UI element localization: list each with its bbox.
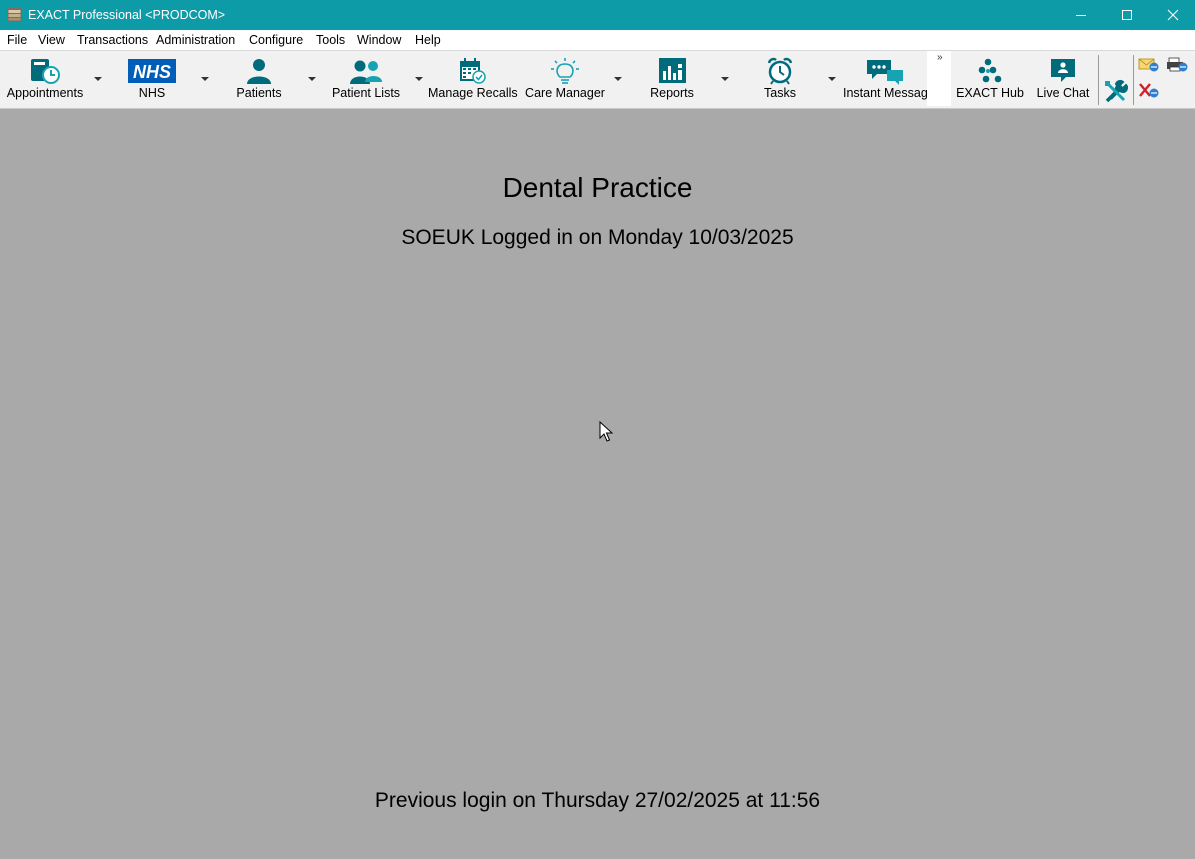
- close-red-icon[interactable]: [1138, 81, 1160, 101]
- care-manager-label: Care Manager: [525, 86, 605, 100]
- patient-list-icon: [349, 57, 383, 85]
- patient-lists-button[interactable]: Patient Lists: [326, 51, 406, 108]
- minimize-button[interactable]: [1058, 0, 1104, 30]
- reports-dropdown[interactable]: [720, 76, 730, 82]
- manage-recalls-button[interactable]: Manage Recalls: [428, 51, 518, 108]
- caret-down-icon: [201, 77, 209, 81]
- close-icon: [1167, 9, 1179, 21]
- tasks-button[interactable]: Tasks: [750, 51, 810, 108]
- lightbulb-icon: [548, 57, 582, 85]
- caret-down-icon: [721, 77, 729, 81]
- menu-administration[interactable]: Administration: [156, 32, 235, 48]
- previous-login: Previous login on Thursday 27/02/2025 at…: [374, 789, 821, 812]
- exact-hub-label: EXACT Hub: [956, 86, 1024, 100]
- title-bar[interactable]: EXACT Professional <PRODCOM>: [0, 0, 1195, 30]
- maximize-icon: [1122, 10, 1132, 20]
- patients-dropdown[interactable]: [307, 76, 317, 82]
- toolbar-separator: [1098, 55, 1099, 105]
- caret-down-icon: [94, 77, 102, 81]
- bar-chart-icon: [655, 57, 689, 85]
- minimize-icon: [1076, 15, 1086, 16]
- maximize-button[interactable]: [1104, 0, 1150, 30]
- appointment-book-icon: [28, 57, 62, 85]
- hub-dots-icon: [973, 57, 1007, 85]
- nhs-label: NHS: [138, 86, 166, 100]
- appointments-label: Appointments: [6, 86, 84, 100]
- login-status: SOEUK Logged in on Monday 10/03/2025: [401, 226, 794, 249]
- alarm-clock-icon: [763, 57, 797, 85]
- instant-message-label: Instant Message: [843, 86, 930, 100]
- manage-recalls-label: Manage Recalls: [428, 86, 518, 100]
- caret-down-icon: [308, 77, 316, 81]
- tasks-dropdown[interactable]: [827, 76, 837, 82]
- tools-icon[interactable]: [1103, 79, 1129, 105]
- caret-down-icon: [415, 77, 423, 81]
- toolbar-overflow[interactable]: »: [927, 51, 951, 106]
- live-chat-label: Live Chat: [1036, 86, 1090, 100]
- care-manager-dropdown[interactable]: [613, 76, 623, 82]
- care-manager-button[interactable]: Care Manager: [523, 51, 607, 108]
- reports-label: Reports: [650, 86, 694, 100]
- patients-label: Patients: [236, 86, 282, 100]
- main-content: Dental Practice SOEUK Logged in on Monda…: [0, 110, 1195, 859]
- close-button[interactable]: [1150, 0, 1195, 30]
- instant-message-button[interactable]: Instant Message: [840, 51, 930, 108]
- menu-help[interactable]: Help: [415, 32, 441, 48]
- menu-view[interactable]: View: [38, 32, 65, 48]
- reports-button[interactable]: Reports: [640, 51, 704, 108]
- practice-name: Dental Practice: [502, 172, 693, 203]
- menu-transactions[interactable]: Transactions: [77, 32, 148, 48]
- chat-bubbles-icon: [865, 57, 905, 85]
- patients-button[interactable]: Patients: [222, 51, 296, 108]
- menu-window[interactable]: Window: [357, 32, 401, 48]
- chevron-double-right-icon: »: [937, 52, 943, 63]
- calendar-check-icon: [455, 57, 489, 85]
- mouse-cursor-icon: [599, 421, 613, 442]
- exact-hub-button[interactable]: EXACT Hub: [955, 51, 1025, 108]
- main-toolbar: Appointments NHS NHS Patients Patient Li…: [0, 50, 1195, 109]
- live-chat-button[interactable]: Live Chat: [1032, 51, 1094, 108]
- nhs-dropdown[interactable]: [200, 76, 210, 82]
- nhs-button[interactable]: NHS NHS: [112, 51, 192, 108]
- menu-bar: File View Transactions Administration Co…: [0, 30, 1195, 50]
- caret-down-icon: [828, 77, 836, 81]
- menu-tools[interactable]: Tools: [316, 32, 345, 48]
- toolbar-separator: [1133, 55, 1134, 105]
- printer-icon[interactable]: [1166, 55, 1188, 75]
- window-title: EXACT Professional <PRODCOM>: [28, 8, 226, 22]
- menu-configure[interactable]: Configure: [249, 32, 303, 48]
- nhs-logo-icon: NHS: [128, 57, 176, 85]
- app-icon: [7, 8, 22, 22]
- appointments-button[interactable]: Appointments: [2, 51, 88, 108]
- live-chat-icon: [1046, 57, 1080, 85]
- appointments-dropdown[interactable]: [93, 76, 103, 82]
- nhs-logo-text: NHS: [133, 62, 171, 82]
- caret-down-icon: [614, 77, 622, 81]
- patient-lists-dropdown[interactable]: [414, 76, 424, 82]
- menu-file[interactable]: File: [7, 32, 27, 48]
- patient-icon: [242, 57, 276, 85]
- patient-lists-label: Patient Lists: [331, 86, 401, 100]
- email-icon[interactable]: [1138, 55, 1160, 75]
- tasks-label: Tasks: [764, 86, 796, 100]
